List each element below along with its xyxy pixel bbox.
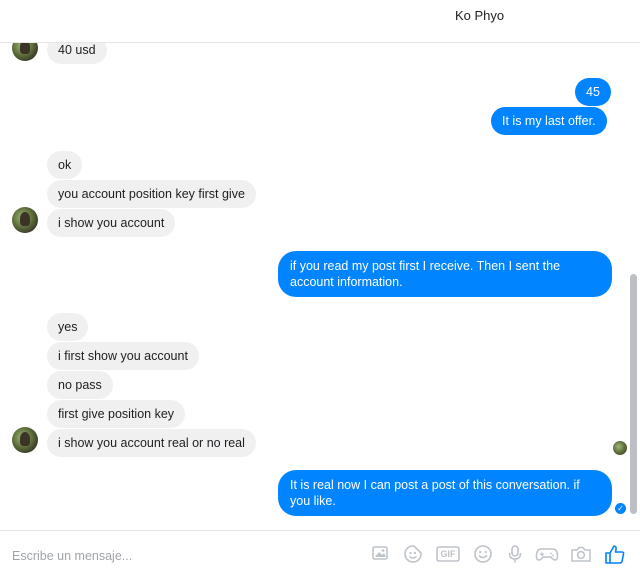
message-thread[interactable]: 40 usd 45 It is my last offer. ok you ac… — [0, 43, 628, 529]
contact-avatar[interactable] — [12, 43, 38, 61]
sticker-icon[interactable] — [402, 543, 424, 565]
message-incoming: i show you account real or no real — [47, 429, 256, 457]
message-incoming: 40 usd — [47, 43, 107, 64]
camera-icon[interactable] — [569, 543, 593, 565]
thumbs-up-icon[interactable] — [603, 543, 627, 565]
message-outgoing: It is real now I can post a post of this… — [278, 470, 612, 516]
emoji-icon[interactable] — [472, 543, 494, 565]
message-outgoing: It is my last offer. — [491, 107, 607, 135]
message-outgoing: 45 — [575, 78, 611, 106]
message-incoming: first give position key — [47, 400, 186, 428]
message-incoming: yes — [47, 313, 89, 341]
message-input[interactable] — [12, 547, 352, 565]
message-outgoing: if you read my post first I receive. The… — [278, 251, 612, 297]
contact-avatar[interactable] — [12, 427, 38, 453]
photo-icon[interactable] — [369, 543, 391, 565]
message-composer: GIF — [0, 530, 640, 573]
delivered-check-icon: ✓ — [615, 503, 626, 514]
contact-avatar[interactable] — [12, 207, 38, 233]
game-controller-icon[interactable] — [535, 543, 559, 565]
conversation-header: Ko Phyo — [0, 0, 640, 43]
gif-label: GIF — [440, 549, 456, 559]
message-incoming: i show you account — [47, 209, 176, 237]
read-receipt-avatar — [613, 441, 627, 455]
message-incoming: no pass — [47, 371, 113, 399]
message-incoming: you account position key first give — [47, 180, 256, 208]
message-incoming: ok — [47, 151, 83, 179]
message-incoming: i first show you account — [47, 342, 199, 370]
scrollbar[interactable] — [630, 274, 637, 514]
contact-name[interactable]: Ko Phyo — [455, 8, 504, 23]
microphone-icon[interactable] — [504, 543, 526, 565]
gif-icon[interactable]: GIF — [436, 543, 460, 565]
